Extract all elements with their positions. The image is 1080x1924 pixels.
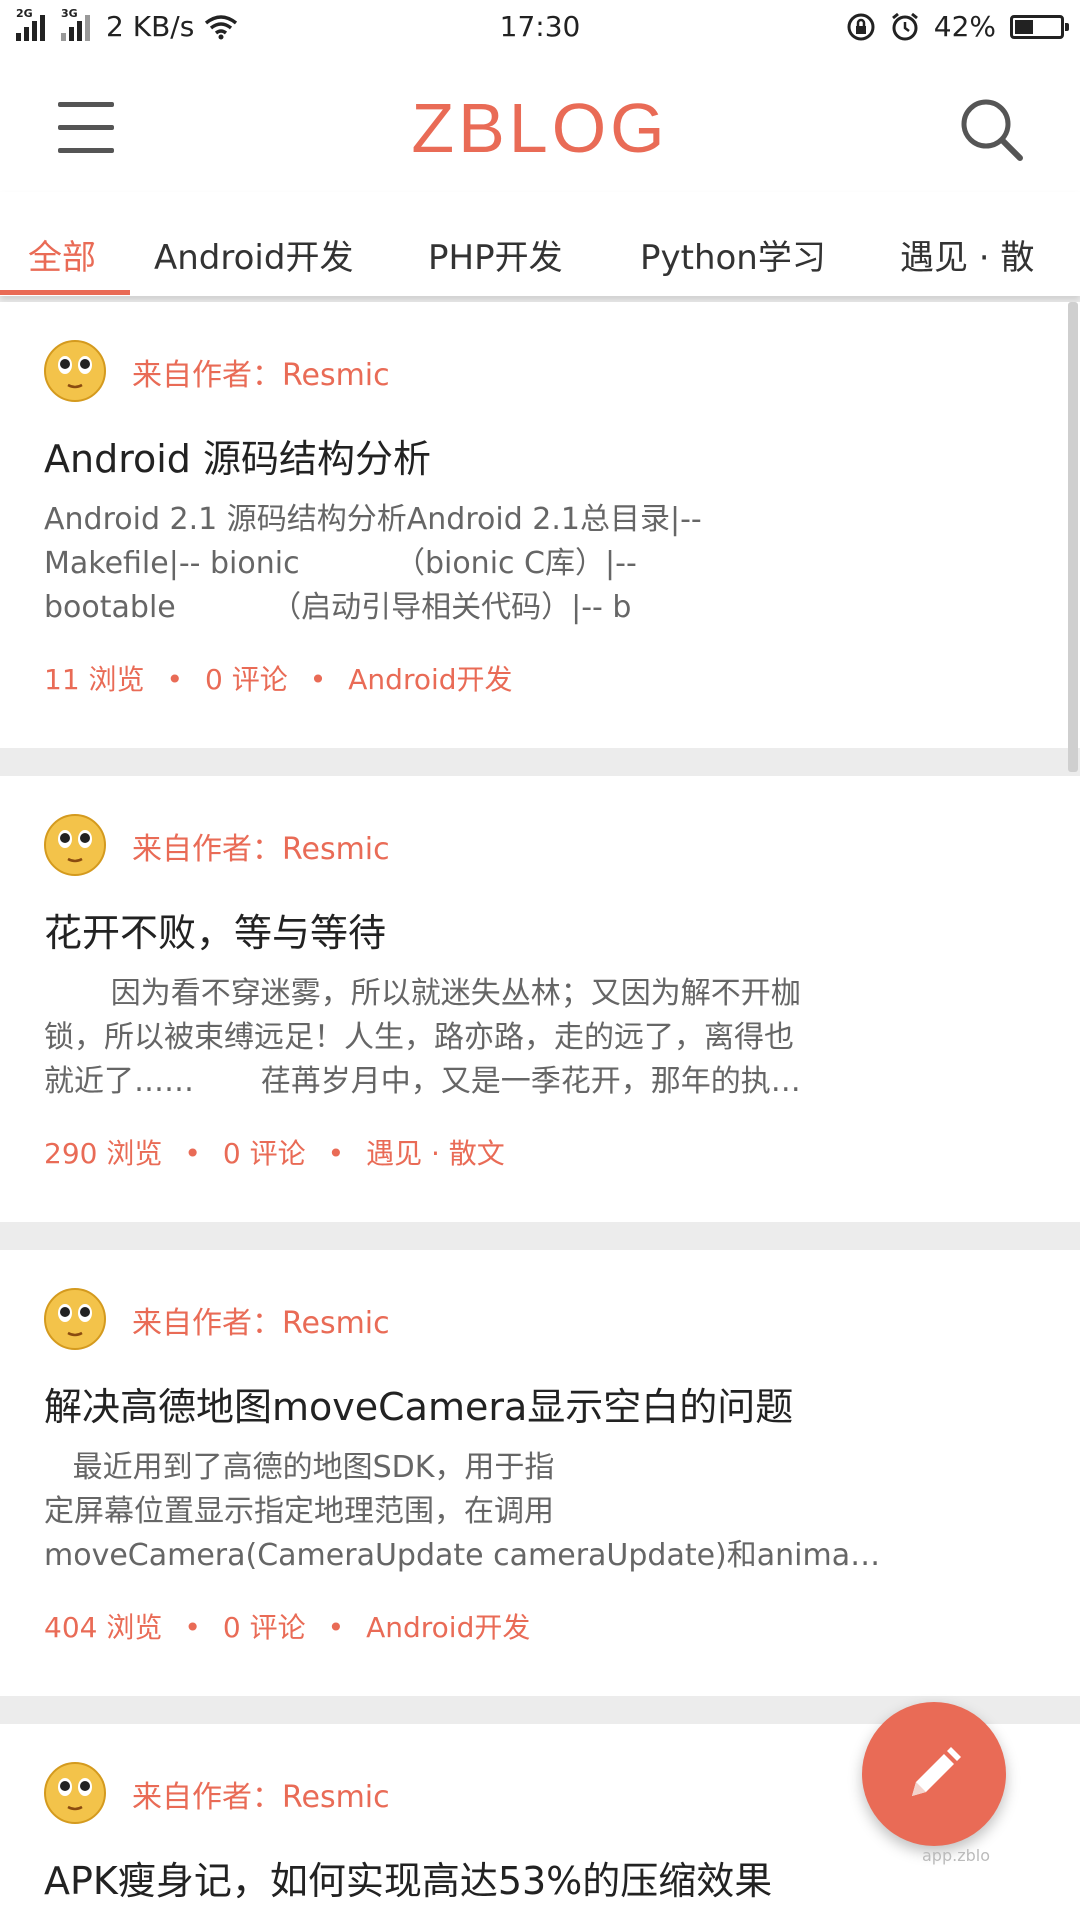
rotation-lock-icon [847, 13, 875, 40]
post-meta: 290 浏览 • 0 评论 • 遇见 · 散文 [44, 1137, 505, 1170]
post-comments: 0 评论 [222, 1611, 306, 1644]
post-excerpt: Android 2.1 源码结构分析Android 2.1总目录|-- Make… [44, 502, 702, 625]
avatar-emoji-icon [44, 1762, 106, 1824]
active-tab-indicator [0, 290, 130, 295]
post-excerpt: 因为看不穿迷雾，所以就迷失丛林；又因为解不开枷 锁，所以被束缚远足！人生，路亦路… [44, 976, 801, 1099]
post-card[interactable]: 来自作者：Resmic Android 源码结构分析 Android 2.1 源… [0, 302, 1080, 748]
post-title[interactable]: 花开不败，等与等待 [44, 902, 386, 957]
tab-php[interactable]: PHP开发 [428, 230, 563, 279]
search-icon[interactable] [956, 94, 1026, 164]
tab-android[interactable]: Android开发 [154, 230, 353, 279]
post-meta: 404 浏览 • 0 评论 • Android开发 [44, 1611, 531, 1644]
post-category[interactable]: 遇见 · 散文 [366, 1137, 505, 1170]
post-title[interactable]: Android 源码结构分析 [44, 428, 431, 483]
post-views: 11 浏览 [44, 663, 145, 696]
post-views: 404 浏览 [44, 1611, 163, 1644]
post-card[interactable]: 来自作者：Resmic 解决高德地图moveCamera显示空白的问题 最近用到… [0, 1250, 1080, 1696]
battery-icon [1010, 14, 1069, 39]
post-author[interactable]: 来自作者：Resmic [132, 824, 390, 868]
tab-encounter-essay[interactable]: 遇见 · 散 [900, 230, 1034, 279]
avatar-emoji-icon [44, 1288, 106, 1350]
post-card[interactable]: 来自作者：Resmic 花开不败，等与等待 因为看不穿迷雾，所以就迷失丛林；又因… [0, 776, 1080, 1222]
post-category[interactable]: Android开发 [366, 1611, 530, 1644]
post-meta: 11 浏览 • 0 评论 • Android开发 [44, 663, 513, 696]
edit-pencil-icon [912, 1747, 961, 1796]
post-author[interactable]: 来自作者：Resmic [132, 1298, 390, 1342]
avatar-emoji-icon [44, 340, 106, 402]
post-author[interactable]: 来自作者：Resmic [132, 1772, 390, 1816]
tab-all[interactable]: 全部 [28, 230, 96, 279]
watermark: app.zblo [922, 1846, 990, 1865]
scrollbar[interactable] [1068, 302, 1078, 772]
post-category[interactable]: Android开发 [348, 663, 512, 696]
post-title[interactable]: 解决高德地图moveCamera显示空白的问题 [44, 1376, 793, 1431]
app-title: ZBLOG [411, 89, 669, 167]
alarm-icon [891, 12, 918, 40]
post-comments: 0 评论 [222, 1137, 306, 1170]
compose-button[interactable] [862, 1702, 1006, 1846]
status-bar: 2G 3G 2 KB/s 17:30 42% [0, 0, 1080, 52]
post-excerpt: 最近用到了高德的地图SDK，用于指 定屏幕位置显示指定地理范围，在调用 move… [44, 1450, 881, 1573]
avatar-emoji-icon [44, 814, 106, 876]
post-views: 290 浏览 [44, 1137, 163, 1170]
category-tabs: 全部 Android开发 PHP开发 Python学习 遇见 · 散 [0, 192, 1080, 296]
app-bar: ZBLOG [0, 52, 1080, 192]
post-title[interactable]: APK瘦身记，如何实现高达53%的压缩效果 [44, 1850, 772, 1905]
post-comments: 0 评论 [205, 663, 288, 696]
post-author[interactable]: 来自作者：Resmic [132, 350, 390, 394]
battery-percent: 42% [933, 10, 996, 43]
tab-python[interactable]: Python学习 [640, 230, 826, 279]
